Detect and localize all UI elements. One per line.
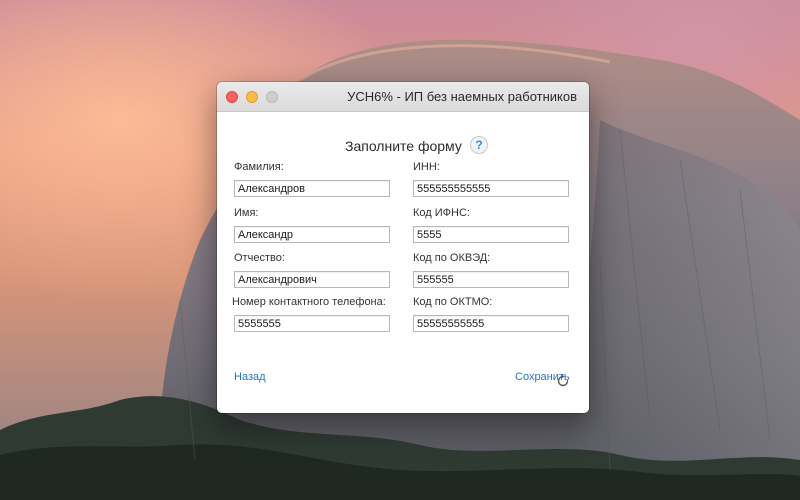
inn-label: ИНН: (413, 161, 440, 173)
okved-code-label: Код по ОКВЭД: (413, 252, 491, 264)
save-link[interactable]: Сохранить (515, 371, 570, 383)
minimize-window-button[interactable] (246, 91, 258, 103)
help-button[interactable]: ? (470, 136, 488, 154)
close-window-button[interactable] (226, 91, 238, 103)
last-name-label: Фамилия: (234, 161, 284, 173)
zoom-window-button (266, 91, 278, 103)
oktmo-code-field[interactable]: 55555555555 (413, 315, 569, 332)
form-panel: Заполните форму ? Фамилия: Александров И… (217, 112, 589, 413)
ifns-code-field[interactable]: 5555 (413, 226, 569, 243)
last-name-field[interactable]: Александров (234, 180, 390, 197)
phone-field[interactable]: 5555555 (234, 315, 390, 332)
form-heading: Заполните форму (345, 138, 462, 154)
phone-label: Номер контактного телефона: (232, 296, 386, 308)
first-name-label: Имя: (234, 207, 259, 219)
middle-name-field[interactable]: Александрович (234, 271, 390, 288)
okved-code-field[interactable]: 555555 (413, 271, 569, 288)
window-title: УСН6% - ИП без наемных работников (347, 89, 577, 104)
middle-name-label: Отчество: (234, 252, 285, 264)
oktmo-code-label: Код по ОКТМО: (413, 296, 493, 308)
inn-field[interactable]: 555555555555 (413, 180, 569, 197)
title-bar[interactable]: УСН6% - ИП без наемных работников (217, 82, 589, 112)
app-window: УСН6% - ИП без наемных работников Заполн… (217, 82, 589, 413)
back-link[interactable]: Назад (234, 371, 266, 383)
ifns-code-label: Код ИФНС: (413, 207, 470, 219)
first-name-field[interactable]: Александр (234, 226, 390, 243)
